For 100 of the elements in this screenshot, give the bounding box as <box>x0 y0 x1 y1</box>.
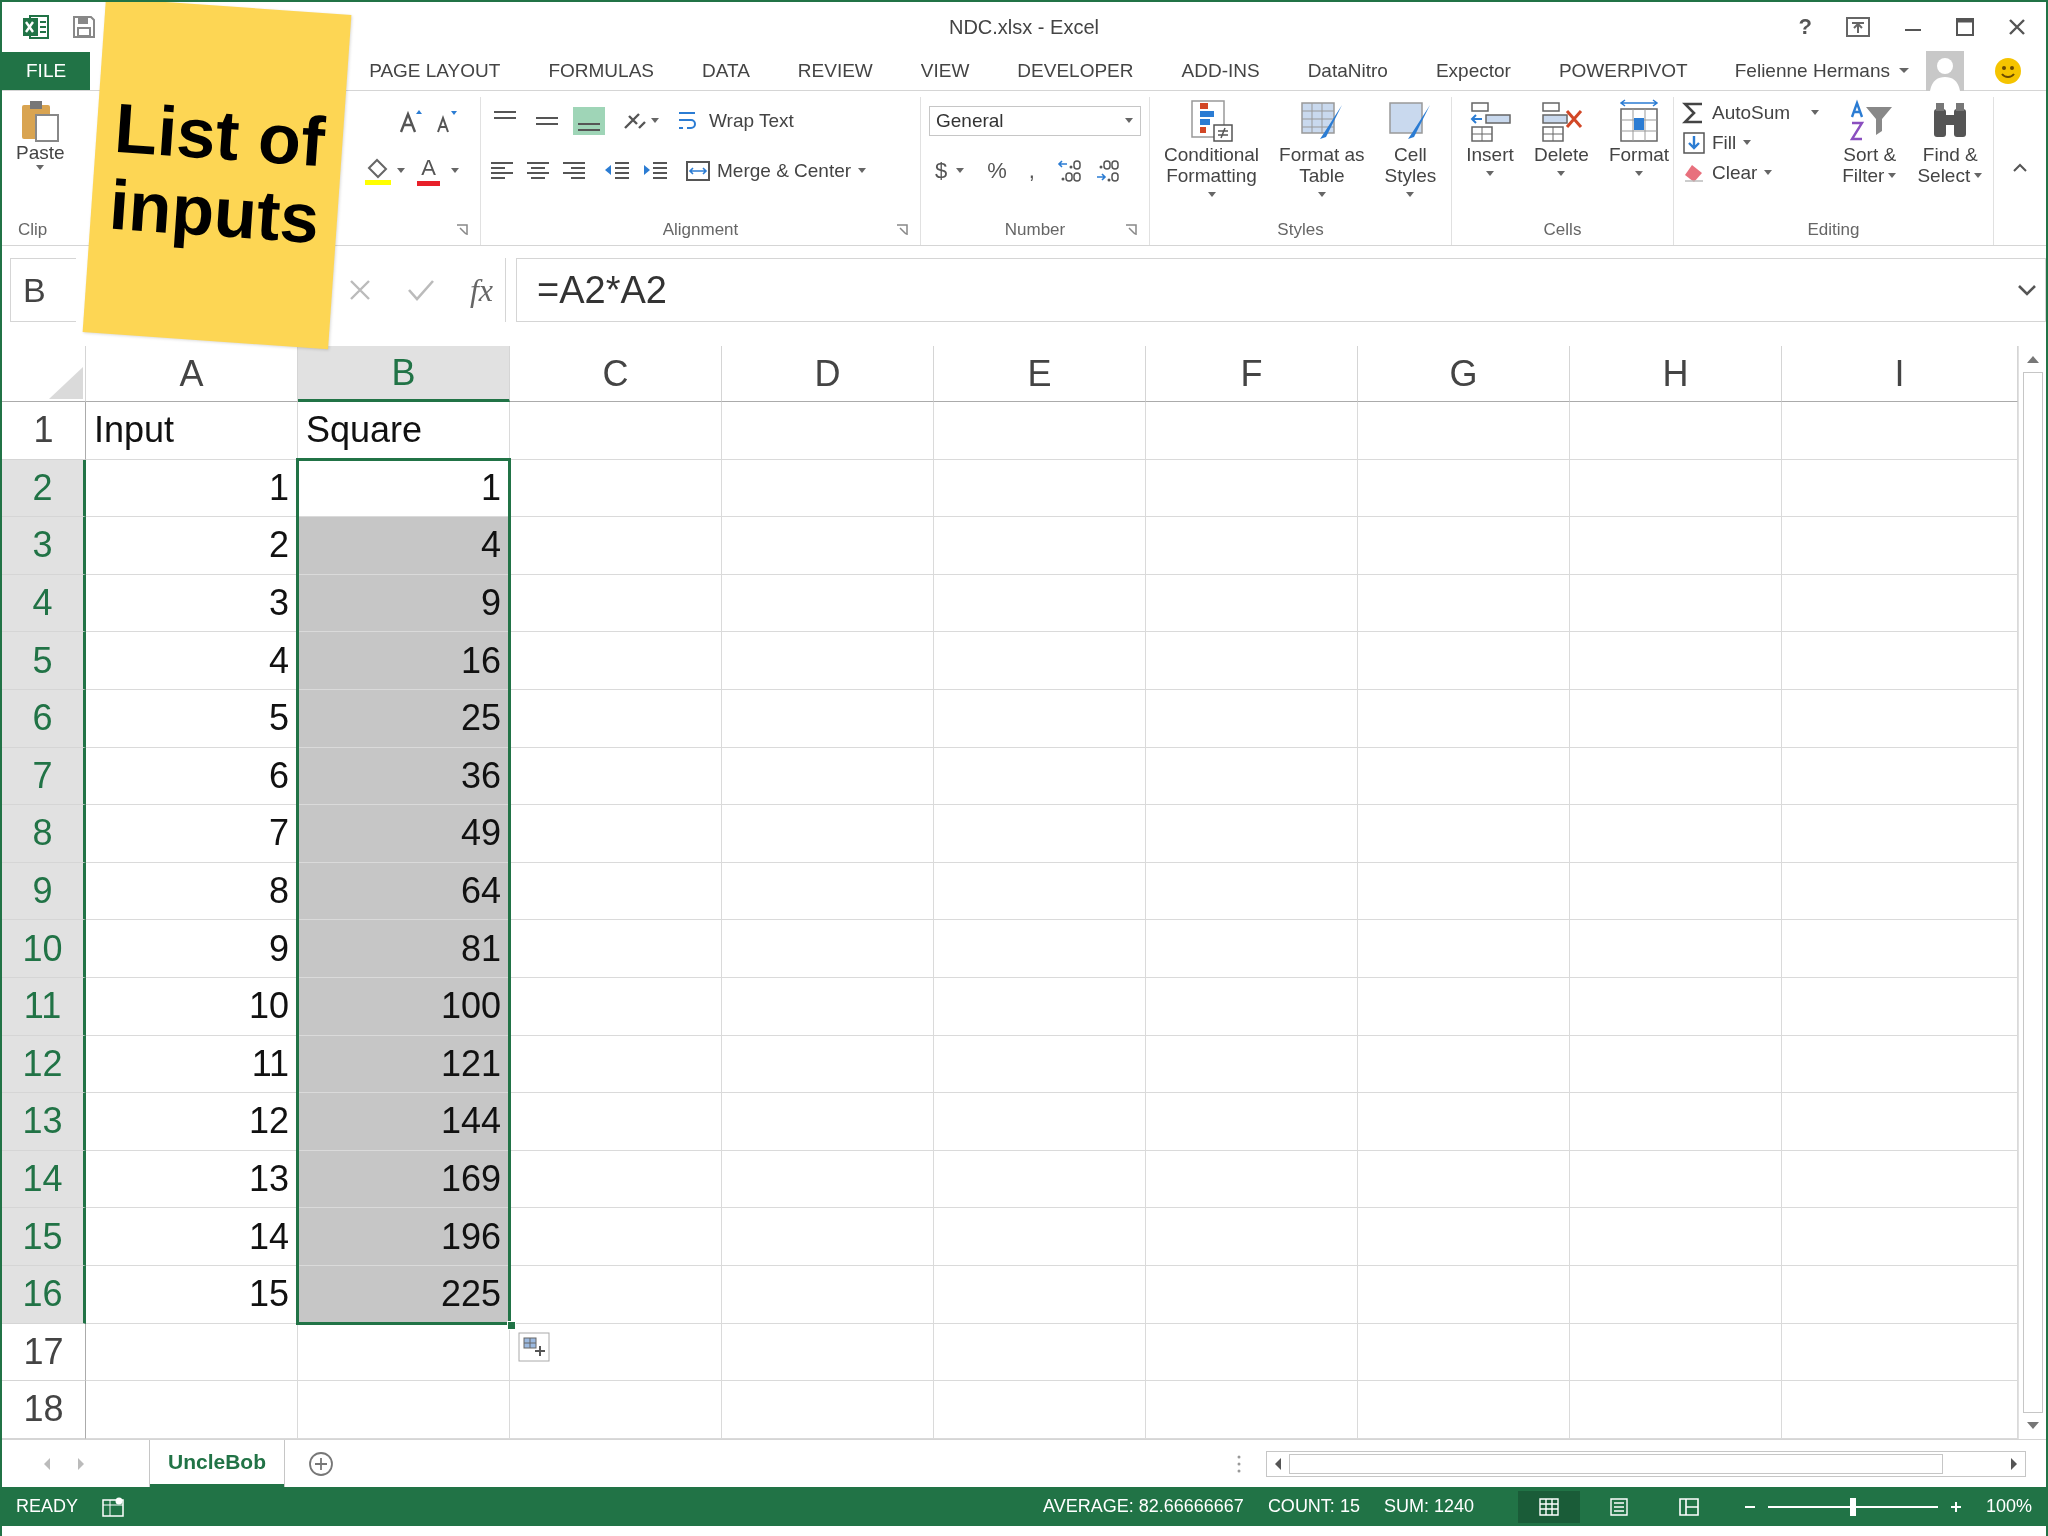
row-header[interactable]: 5 <box>2 632 86 690</box>
row-header[interactable]: 9 <box>2 862 86 921</box>
horizontal-scrollbar[interactable] <box>1289 1453 1943 1474</box>
format-as-table-button[interactable]: Format as Table <box>1273 97 1371 201</box>
autosum-button[interactable]: AutoSum <box>1682 101 1821 125</box>
format-cells-button[interactable]: Format <box>1602 97 1676 180</box>
delete-cells-button[interactable]: Delete <box>1528 97 1595 180</box>
column-header[interactable]: B <box>298 346 510 402</box>
splitter-icon[interactable] <box>1236 1453 1242 1474</box>
ribbon-tab[interactable]: Expector <box>1411 53 1535 89</box>
fill-handle[interactable] <box>507 1320 516 1330</box>
percent-button[interactable]: % <box>981 158 1013 184</box>
name-box[interactable]: B <box>10 258 76 322</box>
table-cell: 9 <box>298 574 510 633</box>
caret-icon[interactable] <box>1898 66 1910 76</box>
sort-filter-button[interactable]: Sort & Filter <box>1836 97 1904 189</box>
font-color-button[interactable]: A <box>417 156 440 186</box>
row-header[interactable]: 8 <box>2 805 86 863</box>
font-shrink-icon[interactable] <box>434 108 460 134</box>
zoom-level[interactable]: 100% <box>1985 1496 2032 1517</box>
caret-icon[interactable] <box>450 167 460 175</box>
row-header[interactable]: 1 <box>2 402 86 460</box>
column-header[interactable]: E <box>934 346 1146 402</box>
number-format-field[interactable]: General <box>929 106 1141 136</box>
column-header[interactable]: H <box>1570 346 1782 402</box>
file-tab[interactable]: FILE <box>2 52 91 90</box>
column-header[interactable]: D <box>722 346 934 402</box>
ribbon-display-icon[interactable] <box>1846 17 1870 37</box>
quick-analysis-icon[interactable] <box>518 1331 550 1362</box>
row-header[interactable]: 17 <box>2 1323 86 1382</box>
zoom-slider[interactable] <box>1849 1497 1856 1516</box>
row-header[interactable]: 4 <box>2 574 86 633</box>
scroll-down-icon[interactable] <box>2025 1421 2040 1431</box>
comma-button[interactable]: , <box>1022 158 1041 184</box>
caret-icon <box>1405 190 1416 199</box>
row-header[interactable]: 3 <box>2 517 86 575</box>
conditional-formatting-button[interactable]: Conditional Formatting <box>1158 97 1266 201</box>
ribbon-tab[interactable]: REVIEW <box>773 53 897 89</box>
formula-field[interactable]: =A2*A2 <box>516 258 2046 322</box>
ribbon-tab[interactable]: PAGE LAYOUT <box>345 53 525 89</box>
insert-cells-button[interactable]: Insert <box>1460 97 1520 180</box>
zoom-in-icon[interactable] <box>1949 1500 1962 1513</box>
row-header[interactable]: 18 <box>2 1381 86 1439</box>
ribbon-tab[interactable]: FORMULAS <box>524 53 678 89</box>
smiley-icon[interactable] <box>1994 57 2022 85</box>
fill-color-icon[interactable] <box>363 156 408 186</box>
status-sum: SUM: 1240 <box>1383 1496 1474 1517</box>
column-header[interactable]: G <box>1358 346 1570 402</box>
fill-button[interactable]: Fill <box>1682 131 1821 155</box>
ribbon-tab[interactable]: DATA <box>678 53 774 89</box>
row-header[interactable]: 14 <box>2 1150 86 1209</box>
dialog-launcher-icon[interactable] <box>456 224 468 236</box>
row-header[interactable]: 13 <box>2 1093 86 1151</box>
font-grow-icon[interactable] <box>398 108 424 134</box>
ribbon-tab[interactable]: VIEW <box>896 53 994 89</box>
column-header[interactable]: C <box>510 346 722 402</box>
scroll-right-icon[interactable] <box>2009 1456 2019 1471</box>
normal-view-button[interactable] <box>1517 1490 1580 1523</box>
expand-caret-icon[interactable] <box>2017 283 2037 297</box>
close-icon[interactable] <box>2008 18 2026 36</box>
row-header[interactable]: 15 <box>2 1208 86 1266</box>
insert-function-button[interactable]: fx <box>469 271 493 309</box>
maximize-icon[interactable] <box>1956 18 1974 36</box>
macro-record-icon[interactable] <box>102 1496 124 1517</box>
find-select-button[interactable]: Find & Select <box>1911 97 1990 189</box>
align-left-icon[interactable] <box>489 160 515 182</box>
column-header[interactable]: F <box>1146 346 1358 402</box>
row-header[interactable]: 6 <box>2 689 86 748</box>
row-header[interactable]: 11 <box>2 977 86 1036</box>
row-header[interactable]: 7 <box>2 747 86 806</box>
collapse-ribbon-icon[interactable] <box>2012 161 2028 173</box>
save-icon[interactable] <box>72 15 96 39</box>
decrease-indent-icon[interactable] <box>603 160 631 182</box>
clear-button[interactable]: Clear <box>1682 161 1821 185</box>
row-header[interactable]: 16 <box>2 1265 86 1324</box>
align-center-icon[interactable] <box>525 160 551 182</box>
table-cell: 121 <box>298 1035 510 1094</box>
row-header[interactable]: 10 <box>2 920 86 978</box>
user-name[interactable]: Felienne Hermans <box>1734 60 1890 82</box>
ribbon-tab[interactable]: DEVELOPER <box>993 53 1158 89</box>
cell-styles-button[interactable]: Cell Styles <box>1378 97 1443 201</box>
new-sheet-icon[interactable] <box>308 1450 334 1477</box>
dialog-launcher-icon[interactable] <box>896 224 908 236</box>
row-header[interactable]: 2 <box>2 459 86 518</box>
bottom-align-button[interactable] <box>573 107 605 135</box>
dialog-launcher-icon[interactable] <box>1125 224 1137 236</box>
scroll-up-icon[interactable] <box>2025 354 2040 364</box>
merge-center-button[interactable]: Merge & Center <box>685 160 868 182</box>
wrap-text-button[interactable]: Wrap Text <box>677 110 794 132</box>
ribbon-tab[interactable]: ADD-INS <box>1157 53 1284 89</box>
row-header[interactable]: 12 <box>2 1035 86 1094</box>
currency-button[interactable]: $ <box>929 158 972 184</box>
vertical-scrollbar[interactable] <box>2022 372 2043 1413</box>
paste-button[interactable]: Paste <box>10 97 71 174</box>
ribbon-tab[interactable]: POWERPIVOT <box>1534 53 1712 89</box>
align-right-icon[interactable] <box>561 160 587 182</box>
scroll-left-icon[interactable] <box>1273 1456 1283 1471</box>
ribbon-tab[interactable]: DataNitro <box>1283 53 1412 89</box>
help-button[interactable]: ? <box>1798 14 1812 40</box>
increase-indent-icon[interactable] <box>641 160 669 182</box>
